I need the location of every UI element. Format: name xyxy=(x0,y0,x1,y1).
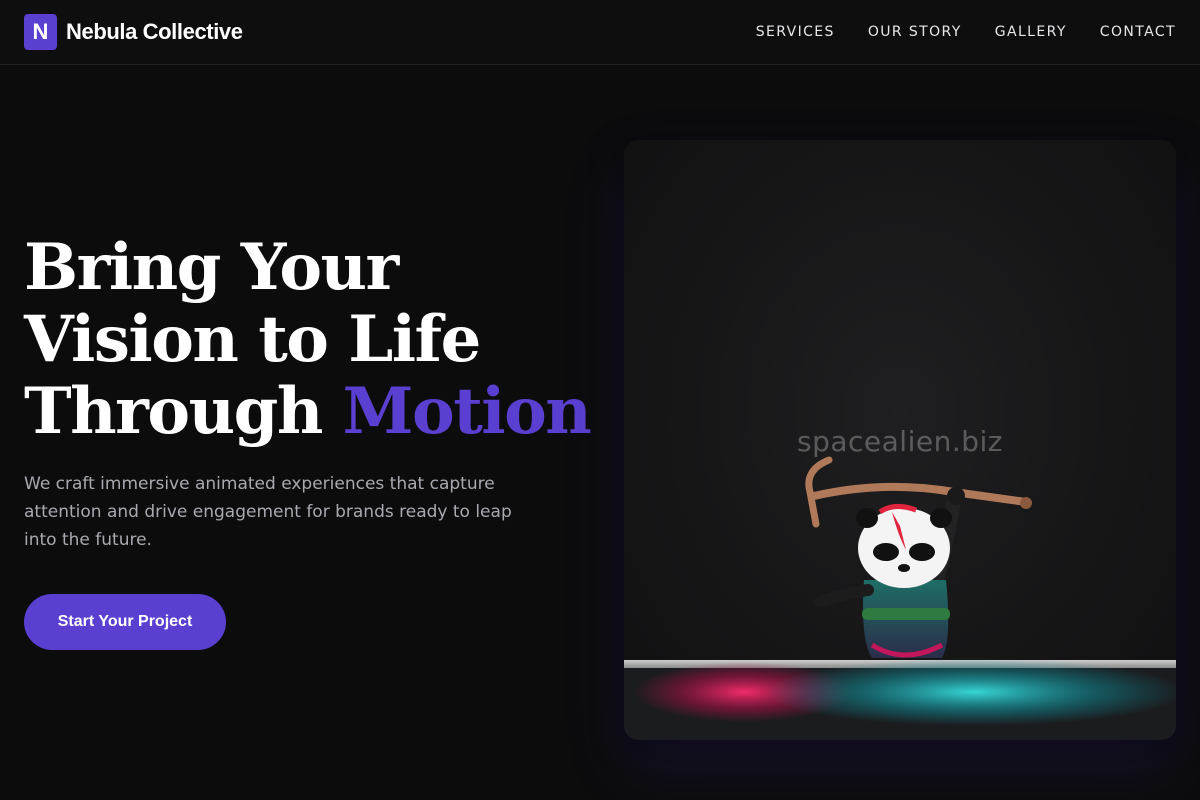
landing-page: N Nebula Collective SERVICES OUR STORY G… xyxy=(0,0,1200,800)
nav-link-gallery[interactable]: GALLERY xyxy=(995,24,1067,40)
brand[interactable]: N Nebula Collective xyxy=(24,14,243,50)
hero-image: spacealien.biz xyxy=(624,140,1176,740)
nav-link-services[interactable]: SERVICES xyxy=(756,24,835,40)
hero-title: Bring Your Vision to Life Through Motion xyxy=(24,232,604,448)
site-header: N Nebula Collective SERVICES OUR STORY G… xyxy=(0,0,1200,65)
hero-title-line-3: Through xyxy=(24,374,323,449)
hero-title-line-2: Vision to Life xyxy=(24,302,481,377)
main-nav: SERVICES OUR STORY GALLERY CONTACT xyxy=(756,24,1176,40)
hero-title-accent: Motion xyxy=(342,374,592,449)
brand-name[interactable]: Nebula Collective xyxy=(66,19,243,45)
brand-logo[interactable]: N xyxy=(24,14,57,50)
watermark-text: spacealien.biz xyxy=(797,425,1003,458)
hero-subtitle: We craft immersive animated experiences … xyxy=(24,474,512,550)
hero-title-line-1: Bring Your xyxy=(24,230,399,305)
nav-link-contact[interactable]: CONTACT xyxy=(1100,24,1176,40)
start-project-button[interactable]: Start Your Project xyxy=(24,594,226,650)
nav-link-our-story[interactable]: OUR STORY xyxy=(868,24,962,40)
